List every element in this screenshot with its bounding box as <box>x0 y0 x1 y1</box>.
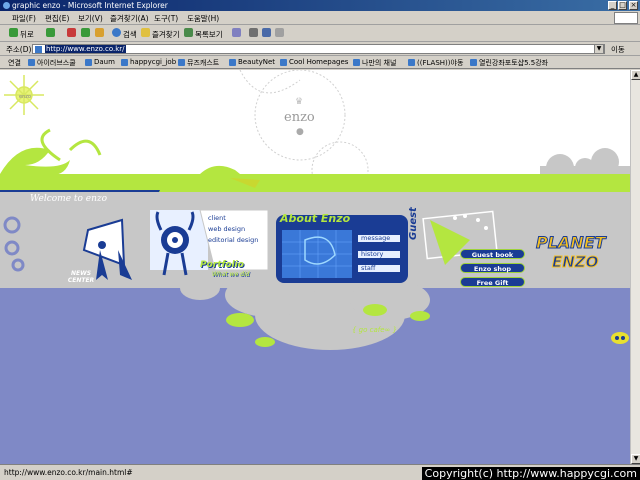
address-label: 주소(D) <box>6 45 32 54</box>
planet-enzo-title[interactable]: ENZO <box>551 253 598 272</box>
discuss-icon[interactable] <box>275 28 284 37</box>
scroll-up-arrow[interactable]: ▲ <box>631 70 640 80</box>
ie-icon <box>3 2 10 9</box>
title-bar: graphic enzo - Microsoft Internet Explor… <box>0 0 640 11</box>
search-button[interactable]: 검색 <box>123 29 137 40</box>
back-button[interactable]: 뒤로 <box>20 29 34 40</box>
portfolio-subtitle: What we did <box>212 271 250 278</box>
about-history-button[interactable]: history <box>357 250 401 259</box>
vertical-scrollbar[interactable]: ▲ ▼ <box>630 70 640 464</box>
address-dropdown[interactable]: ▼ <box>594 44 604 54</box>
about-staff-button[interactable]: staff <box>357 264 401 273</box>
back-icon[interactable] <box>9 28 18 37</box>
links-label: 연결 <box>8 59 21 67</box>
portfolio-link[interactable]: editorial design <box>208 236 258 244</box>
scene-graphic <box>3 209 629 350</box>
apple-icon: ● <box>296 127 304 137</box>
about-title[interactable]: About Enzo <box>280 212 350 225</box>
menu-file[interactable]: 파일(F) <box>12 13 36 24</box>
menu-favorites[interactable]: 즐겨찾기(A) <box>110 13 149 24</box>
print-icon[interactable] <box>249 28 258 37</box>
link-item[interactable]: ((FLASH))야동 <box>417 58 463 68</box>
link-item[interactable]: 뮤즈캐스트 <box>187 58 219 68</box>
menu-edit[interactable]: 편집(E) <box>45 13 69 24</box>
site-logo[interactable]: enzo <box>284 110 315 125</box>
favorites-icon[interactable] <box>141 28 150 37</box>
menu-bar: 파일(F) 편집(E) 보기(V) 즐겨찾기(A) 도구(T) 도움말(H) <box>0 11 640 25</box>
home-icon[interactable] <box>95 28 104 37</box>
search-icon[interactable] <box>112 28 121 37</box>
windows-logo <box>614 12 638 24</box>
planet-title[interactable]: PLANET <box>536 233 607 253</box>
link-icon <box>121 59 128 66</box>
news-center-button[interactable]: NEWS CENTER <box>61 270 101 284</box>
history-button[interactable]: 목록보기 <box>195 29 223 40</box>
history-icon[interactable] <box>184 28 193 37</box>
copyright-label: Copyright(c) http://www.happycgi.com <box>421 467 640 480</box>
about-message-button[interactable]: message <box>357 234 401 243</box>
welcome-text: Welcome to enzo <box>30 194 108 204</box>
link-icon <box>229 59 236 66</box>
link-icon <box>470 59 477 66</box>
link-icon <box>280 59 287 66</box>
menu-tools[interactable]: 도구(T) <box>154 13 178 24</box>
link-icon <box>408 59 415 66</box>
link-item[interactable]: 열린강좌포토샵5.5강좌 <box>479 58 548 68</box>
page-icon <box>35 46 42 53</box>
portfolio-link[interactable]: web design <box>208 225 245 233</box>
edit-icon[interactable] <box>262 28 271 37</box>
mail-icon[interactable] <box>232 28 241 37</box>
favorites-button[interactable]: 즐겨찾기 <box>152 29 180 40</box>
link-item[interactable]: BeautyNet <box>238 58 275 66</box>
status-text: http://www.enzo.co.kr/main.html# <box>4 468 133 477</box>
stop-icon[interactable] <box>67 28 76 37</box>
close-button[interactable]: × <box>629 1 638 10</box>
link-icon <box>178 59 185 66</box>
address-input[interactable]: http://www.enzo.co.kr/ <box>32 44 605 54</box>
refresh-icon[interactable] <box>81 28 90 37</box>
link-icon <box>85 59 92 66</box>
link-item[interactable]: Daum <box>94 58 115 66</box>
address-url[interactable]: http://www.enzo.co.kr/ <box>45 45 126 53</box>
small-logo: enzo <box>19 94 31 100</box>
guest-title: Guest <box>408 207 419 240</box>
toolbar: 뒤로 검색 즐겨찾기 목록보기 <box>0 25 640 42</box>
link-item[interactable]: 나만의 채널 <box>362 58 396 68</box>
minimize-button[interactable]: _ <box>608 1 617 10</box>
menu-help[interactable]: 도움말(H) <box>187 13 219 24</box>
address-bar: 주소(D) http://www.enzo.co.kr/ ▼ 이동 <box>0 42 640 56</box>
portfolio-link[interactable]: client <box>208 214 226 222</box>
links-bar: 연결 아이러브스쿨 Daum happycgi_job 뮤즈캐스트 Beauty… <box>0 56 640 69</box>
scroll-down-arrow[interactable]: ▼ <box>631 454 640 464</box>
cup-icon: ♛ <box>295 97 304 107</box>
link-item[interactable]: Cool Homepages <box>289 58 348 66</box>
forward-icon[interactable] <box>46 28 55 37</box>
enzo-shop-button[interactable]: Enzo shop <box>460 263 525 273</box>
maximize-button[interactable]: □ <box>618 1 627 10</box>
link-item[interactable]: happycgi_job <box>130 58 176 66</box>
status-bar: http://www.enzo.co.kr/main.html# Copyrig… <box>0 464 640 480</box>
window-title: graphic enzo - Microsoft Internet Explor… <box>12 1 168 10</box>
link-icon <box>28 59 35 66</box>
menu-view[interactable]: 보기(V) <box>78 13 103 24</box>
link-item[interactable]: 아이러브스쿨 <box>37 58 76 68</box>
link-icon <box>353 59 360 66</box>
go-button[interactable]: 이동 <box>611 44 625 55</box>
guest-book-button[interactable]: Guest book <box>460 249 525 259</box>
cafe-link[interactable]: { go cafe∞ } <box>352 326 397 334</box>
portfolio-title[interactable]: Portfolio <box>200 260 244 270</box>
free-gift-button[interactable]: Free Gift <box>460 277 525 287</box>
